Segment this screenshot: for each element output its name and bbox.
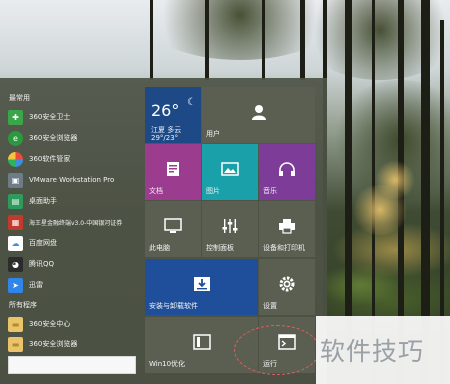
app-item-thunder[interactable]: ➤ 迅雷	[8, 275, 138, 295]
app-label: 海王星金融终端v3.0-中国银河证券	[29, 219, 123, 227]
app-label: 360安全卫士	[29, 113, 71, 121]
360-security-icon: ✚	[8, 109, 23, 125]
app-label: VMware Workstation Pro	[29, 176, 115, 184]
settings-tile[interactable]: 设置	[259, 259, 315, 315]
app-label: 腾讯QQ	[29, 260, 55, 268]
search-input[interactable]	[8, 356, 136, 374]
music-tile[interactable]: 音乐	[259, 144, 315, 200]
picture-icon	[221, 161, 239, 176]
app-item-360-security[interactable]: ✚ 360安全卫士	[8, 107, 138, 127]
all-programs-heading[interactable]: 所有程序	[9, 300, 37, 310]
pictures-tile-label: 图片	[206, 187, 220, 195]
neptune-terminal-icon: ▦	[8, 214, 23, 230]
app-label: 百度网盘	[29, 239, 57, 247]
printer-icon	[278, 218, 296, 234]
sliders-icon	[221, 218, 239, 234]
headphones-icon	[278, 161, 296, 177]
qq-icon: ◕	[8, 256, 23, 272]
install-box-icon	[193, 276, 211, 292]
this-pc-tile-label: 此电脑	[149, 244, 170, 252]
gear-icon	[278, 275, 296, 293]
app-item-baidu-netdisk[interactable]: ☁ 百度网盘	[8, 233, 138, 253]
app-label: 桌面助手	[29, 197, 57, 205]
vmware-icon: ▣	[8, 172, 23, 188]
app-label: 360安全浏览器	[29, 134, 78, 142]
360-software-manager-icon	[8, 151, 23, 167]
app-label: 360安全中心	[29, 320, 71, 328]
control-panel-tile[interactable]: 控制面板	[202, 201, 258, 257]
app-item-qq[interactable]: ◕ 腾讯QQ	[8, 254, 138, 274]
this-pc-tile[interactable]: 此电脑	[145, 201, 201, 257]
weather-temperature: 26°	[151, 101, 180, 120]
computer-icon	[164, 217, 182, 234]
control-panel-tile-label: 控制面板	[206, 244, 234, 252]
folder-icon: ▬	[8, 336, 23, 352]
folder-item-360-security-center[interactable]: ▬ 360安全中心	[8, 314, 138, 334]
weather-range: 29°/23°	[151, 134, 179, 142]
watermark: 软件技巧	[320, 337, 425, 366]
documents-tile-label: 文档	[149, 187, 163, 195]
desktop-assistant-icon: ▤	[8, 193, 23, 209]
app-item-360-software-manager[interactable]: 360软件管家	[8, 149, 138, 169]
user-tile[interactable]: 用户	[202, 87, 315, 143]
folder-item-360-browser[interactable]: ▬ 360安全浏览器	[8, 334, 138, 354]
360-browser-icon: e	[8, 130, 23, 146]
app-item-360-browser[interactable]: e 360安全浏览器	[8, 128, 138, 148]
win10-optimize-tile-label: Win10优化	[149, 360, 186, 368]
app-label: 迅雷	[29, 281, 43, 289]
most-used-heading: 最常用	[9, 94, 30, 102]
install-uninstall-tile-label: 安装与卸载软件	[149, 302, 198, 310]
annotation-circle	[234, 325, 320, 375]
app-label: 360软件管家	[29, 155, 71, 163]
devices-printers-tile-label: 设备和打印机	[263, 244, 305, 252]
documents-tile[interactable]: 文档	[145, 144, 201, 200]
music-tile-label: 音乐	[263, 187, 277, 195]
pictures-tile[interactable]: 图片	[202, 144, 258, 200]
panel-icon	[192, 333, 211, 350]
weather-tile[interactable]: 26° ☾ 江夏 多云 29°/23°	[145, 87, 201, 143]
app-item-neptune-terminal[interactable]: ▦ 海王星金融终端v3.0-中国银河证券	[8, 212, 138, 232]
settings-tile-label: 设置	[263, 302, 277, 310]
baidu-netdisk-icon: ☁	[8, 235, 23, 251]
user-tile-label: 用户	[206, 130, 220, 138]
app-item-desktop-assistant[interactable]: ▤ 桌面助手	[8, 191, 138, 211]
devices-printers-tile[interactable]: 设备和打印机	[259, 201, 315, 257]
folder-icon: ▬	[8, 316, 23, 332]
user-icon	[250, 103, 268, 121]
moon-icon: ☾	[187, 97, 196, 108]
app-label: 360安全浏览器	[29, 340, 78, 348]
install-uninstall-tile[interactable]: 安装与卸载软件	[145, 259, 258, 315]
start-menu-app-list: 最常用 ✚ 360安全卫士 e 360安全浏览器 360软件管家 ▣ VMwar…	[0, 78, 140, 384]
document-icon	[166, 161, 180, 177]
app-item-vmware[interactable]: ▣ VMware Workstation Pro	[8, 170, 138, 190]
thunder-icon: ➤	[8, 277, 23, 293]
